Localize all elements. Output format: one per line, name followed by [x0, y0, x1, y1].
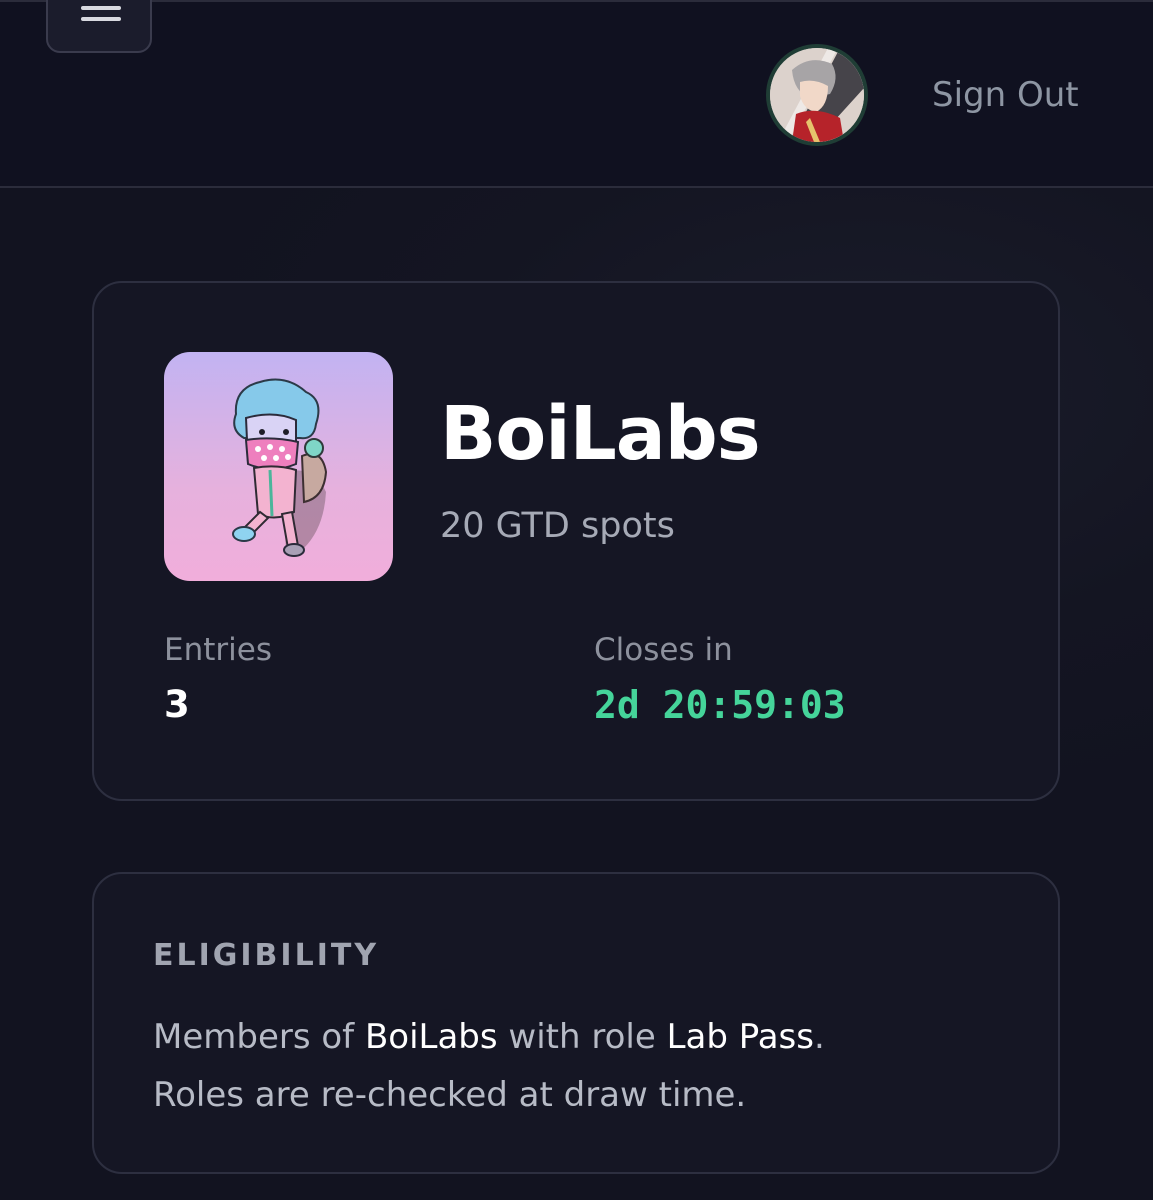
- entries-count: 3: [164, 683, 190, 726]
- eligibility-server-name: BoiLabs: [364, 1017, 498, 1057]
- eligibility-text-part: .: [813, 1017, 825, 1057]
- project-spots: 20 GTD spots: [440, 506, 675, 546]
- user-avatar[interactable]: [766, 44, 868, 146]
- eligibility-text-part: Members of: [153, 1017, 365, 1057]
- project-title: BoiLabs: [440, 391, 761, 477]
- countdown-timer: 2d 20:59:03: [594, 683, 846, 727]
- eligibility-note: Roles are re-checked at draw time.: [153, 1075, 747, 1115]
- eligibility-card: ELIGIBILITY Members of BoiLabs with role…: [92, 872, 1060, 1174]
- closes-in-label: Closes in: [594, 632, 733, 668]
- boilabs-project-image: [164, 352, 393, 581]
- top-navigation-bar: Sign Out: [0, 0, 1153, 188]
- eligibility-text-part: with role: [497, 1017, 667, 1057]
- header-top-border: [0, 0, 1153, 2]
- menu-button[interactable]: [46, 0, 152, 53]
- entries-label: Entries: [164, 632, 272, 668]
- eligibility-role-name: Lab Pass: [666, 1017, 814, 1057]
- eligibility-heading: ELIGIBILITY: [153, 938, 380, 973]
- sign-out-link[interactable]: Sign Out: [932, 72, 1079, 118]
- eligibility-description: Members of BoiLabs with role Lab Pass. R…: [153, 1008, 1033, 1124]
- project-card: BoiLabs 20 GTD spots Entries 3 Closes in…: [92, 281, 1060, 801]
- hamburger-menu-icon: [81, 6, 121, 21]
